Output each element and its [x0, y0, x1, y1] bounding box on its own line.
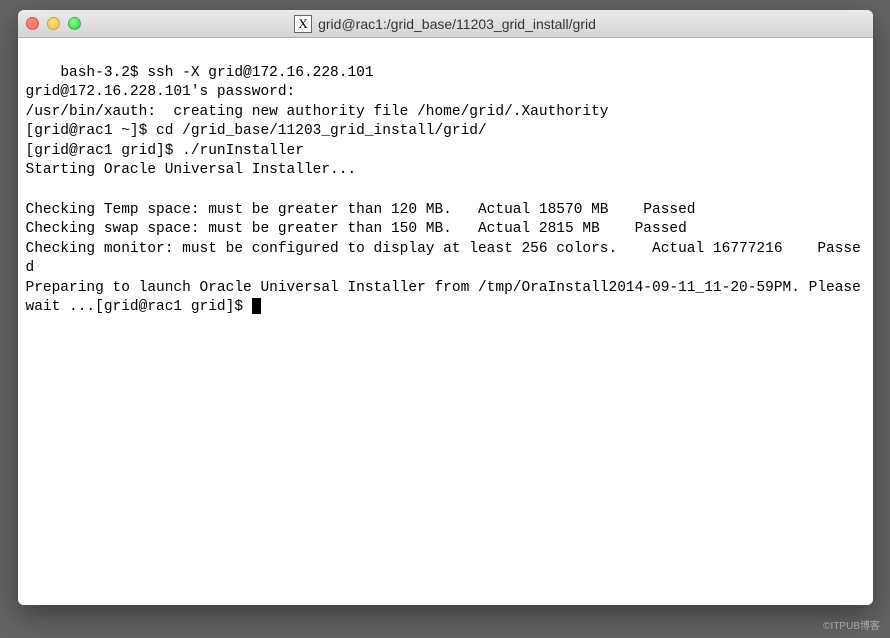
traffic-lights: [26, 17, 81, 30]
watermark: ©ITPUB博客: [823, 617, 880, 632]
terminal-line: Checking swap space: must be greater tha…: [26, 221, 687, 237]
terminal-line: bash-3.2$ ssh -X grid@172.16.228.101: [60, 65, 373, 81]
terminal-line: grid@172.16.228.101's password:: [26, 84, 296, 100]
window-title: grid@rac1:/grid_base/11203_grid_install/…: [318, 16, 596, 32]
terminal-content[interactable]: bash-3.2$ ssh -X grid@172.16.228.101 gri…: [18, 38, 873, 605]
titlebar[interactable]: X grid@rac1:/grid_base/11203_grid_instal…: [18, 10, 873, 38]
terminal-line: Preparing to launch Oracle Universal Ins…: [26, 280, 870, 316]
terminal-line: Starting Oracle Universal Installer...: [26, 162, 357, 178]
title-wrap: X grid@rac1:/grid_base/11203_grid_instal…: [26, 15, 865, 33]
maximize-button[interactable]: [68, 17, 81, 30]
minimize-button[interactable]: [47, 17, 60, 30]
terminal-line: Checking monitor: must be configured to …: [26, 241, 861, 277]
close-button[interactable]: [26, 17, 39, 30]
cursor: [252, 298, 261, 314]
terminal-line: [grid@rac1 ~]$ cd /grid_base/11203_grid_…: [26, 123, 487, 139]
terminal-line: Checking Temp space: must be greater tha…: [26, 202, 696, 218]
resize-grip[interactable]: [855, 587, 869, 601]
terminal-line: /usr/bin/xauth: creating new authority f…: [26, 104, 609, 120]
terminal-window: X grid@rac1:/grid_base/11203_grid_instal…: [18, 10, 873, 605]
x11-icon: X: [294, 15, 312, 33]
terminal-line: [grid@rac1 grid]$ ./runInstaller: [26, 143, 304, 159]
